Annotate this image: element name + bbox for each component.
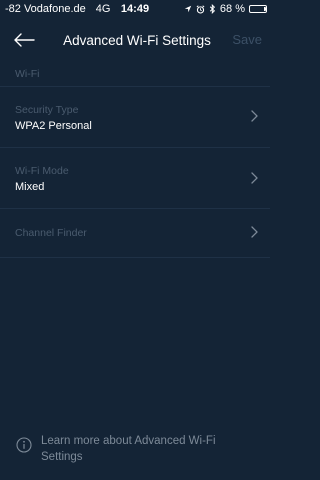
status-indicators: 68 %	[184, 3, 267, 15]
info-icon	[16, 437, 32, 453]
section-header-wifi: Wi-Fi	[15, 68, 40, 80]
chevron-right-icon	[251, 226, 258, 238]
navigation-bar: Advanced Wi-Fi Settings Save	[0, 20, 270, 64]
chevron-right-icon	[251, 110, 258, 122]
setting-title: Security Type	[15, 104, 79, 116]
setting-title: Wi-Fi Mode	[15, 165, 69, 177]
divider	[0, 257, 270, 258]
setting-row-channel-finder[interactable]: Channel Finder	[0, 209, 270, 257]
alarm-icon	[196, 4, 205, 14]
setting-row-wifi-mode[interactable]: Wi-Fi Mode Mixed	[0, 148, 270, 208]
page-title: Advanced Wi-Fi Settings	[63, 33, 211, 48]
setting-row-security-type[interactable]: Security Type WPA2 Personal	[0, 87, 270, 147]
learn-more-link[interactable]: Learn more about Advanced Wi-Fi Settings	[16, 433, 256, 465]
bluetooth-icon	[209, 4, 216, 14]
save-button[interactable]: Save	[232, 32, 262, 47]
setting-title: Channel Finder	[15, 227, 87, 239]
battery-icon	[249, 5, 267, 13]
status-bar: -82 Vodafone.de 4G 14:49 68 %	[0, 0, 270, 20]
back-button[interactable]	[8, 29, 40, 55]
location-arrow-icon	[184, 5, 192, 13]
battery-percent-label: 68 %	[219, 3, 245, 15]
setting-value: WPA2 Personal	[15, 120, 92, 132]
learn-more-text: Learn more about Advanced Wi-Fi Settings	[41, 435, 216, 463]
battery-body	[249, 5, 267, 13]
chevron-right-icon	[251, 172, 258, 184]
arrow-left-icon	[13, 32, 35, 52]
setting-value: Mixed	[15, 181, 45, 193]
